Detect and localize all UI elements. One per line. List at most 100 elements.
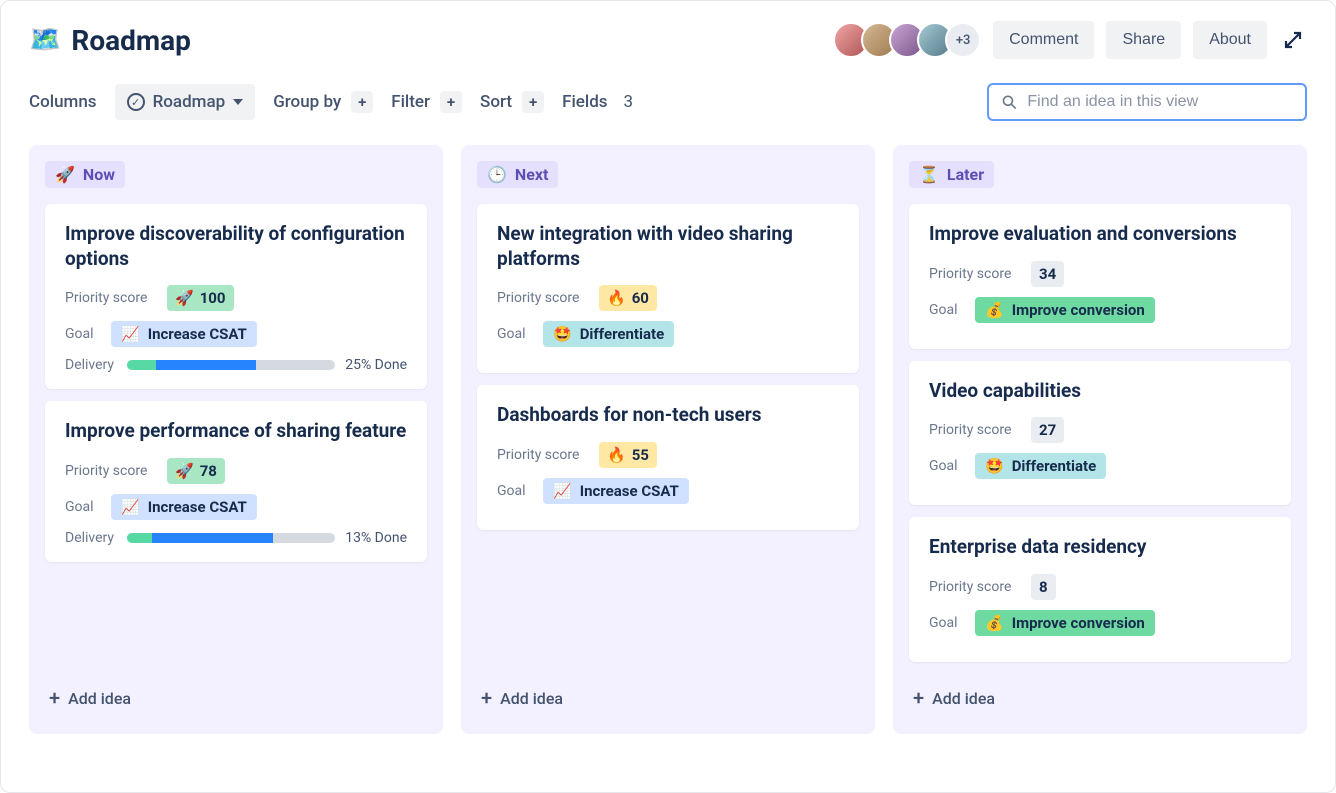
goal-emoji-icon: 💰: [985, 614, 1004, 632]
goal-emoji-icon: 📈: [553, 482, 572, 500]
add-idea-button[interactable]: + Add idea: [45, 678, 427, 718]
fields-count: 3: [618, 90, 640, 114]
goal-text: Improve conversion: [1012, 301, 1145, 319]
sort-control[interactable]: Sort +: [480, 91, 544, 113]
filter-control[interactable]: Filter +: [391, 91, 462, 113]
goal-text: Increase CSAT: [148, 498, 247, 516]
card-title: Improve performance of sharing feature: [65, 419, 407, 444]
comment-button[interactable]: Comment: [993, 21, 1094, 59]
card-title: Video capabilities: [929, 379, 1271, 404]
column-emoji-icon: 🚀: [55, 165, 75, 184]
search-icon: [1001, 93, 1017, 111]
goal-row: Goal💰Improve conversion: [929, 610, 1271, 636]
expand-button[interactable]: [1279, 26, 1307, 54]
board-column: ⏳Later Improve evaluation and conversions…: [893, 145, 1307, 734]
column-name: Later: [947, 165, 984, 184]
search-input[interactable]: [1027, 93, 1293, 111]
card-title: Improve discoverability of configuration…: [65, 222, 407, 271]
card-title: Dashboards for non-tech users: [497, 403, 839, 428]
priority-row: Priority score34: [929, 261, 1271, 287]
priority-value: 34: [1039, 265, 1056, 283]
priority-badge: 8: [1031, 574, 1056, 600]
goal-tag: 💰 Improve conversion: [975, 297, 1155, 323]
goal-text: Differentiate: [1012, 457, 1097, 475]
goal-label: Goal: [497, 483, 531, 499]
priority-label: Priority score: [497, 447, 587, 463]
add-idea-button[interactable]: +Add idea: [909, 678, 1291, 718]
add-idea-label: Add idea: [500, 689, 563, 708]
priority-emoji-icon: 🚀: [175, 462, 194, 480]
delivery-row: Delivery 13% Done: [65, 530, 407, 546]
presence-avatars[interactable]: +3: [833, 22, 981, 58]
add-idea-label: Add idea: [68, 689, 131, 708]
priority-row: Priority score🔥55: [497, 442, 839, 468]
priority-value: 60: [632, 289, 649, 307]
plus-icon: +: [351, 91, 373, 113]
goal-text: Differentiate: [580, 325, 665, 343]
idea-card[interactable]: Improve discoverability of configuration…: [45, 204, 427, 389]
board-column: 🚀Now Improve discoverability of configura…: [29, 145, 443, 734]
groupby-label: Group by: [273, 92, 341, 112]
plus-icon: +: [440, 91, 462, 113]
goal-text: Increase CSAT: [580, 482, 679, 500]
idea-card[interactable]: Enterprise data residency Priority score 8…: [909, 517, 1291, 662]
priority-value: 8: [1039, 578, 1048, 596]
goal-emoji-icon: 📈: [121, 498, 140, 516]
delivery-done-text: 13% Done: [345, 530, 407, 546]
goal-emoji-icon: 💰: [985, 301, 1004, 319]
header-actions: +3 Comment Share About: [833, 21, 1307, 59]
priority-label: Priority score: [929, 579, 1019, 595]
search-box[interactable]: [987, 83, 1307, 121]
idea-card[interactable]: New integration with video sharing platf…: [477, 204, 859, 373]
add-idea-button[interactable]: +Add idea: [477, 678, 859, 718]
avatar-overflow[interactable]: +3: [945, 22, 981, 58]
plus-icon: +: [913, 686, 924, 710]
goal-tag: 📈Increase CSAT: [111, 321, 257, 347]
sort-label: Sort: [480, 92, 512, 112]
priority-row: Priority score 🚀 78: [65, 458, 407, 484]
column-emoji-icon: 🕒: [487, 165, 507, 184]
priority-value: 78: [200, 462, 217, 480]
priority-value: 55: [632, 446, 649, 464]
card-title: Enterprise data residency: [929, 535, 1271, 560]
priority-badge: 🚀 78: [167, 458, 225, 484]
goal-label: Goal: [929, 302, 963, 318]
goal-tag: 🤩 Differentiate: [975, 453, 1106, 479]
goal-row: Goal 🤩 Differentiate: [497, 321, 839, 347]
goal-tag: 💰Improve conversion: [975, 610, 1155, 636]
priority-value: 27: [1039, 421, 1056, 439]
goal-tag: 🤩 Differentiate: [543, 321, 674, 347]
priority-label: Priority score: [65, 463, 155, 479]
priority-badge: 27: [1031, 417, 1064, 443]
goal-row: Goal 💰 Improve conversion: [929, 297, 1271, 323]
columns-selector[interactable]: ✓ Roadmap: [115, 84, 256, 120]
cards-list: Improve evaluation and conversionsPriori…: [909, 204, 1291, 662]
board: 🚀Now Improve discoverability of configura…: [29, 145, 1307, 734]
idea-card[interactable]: Dashboards for non-tech users Priority sc…: [477, 385, 859, 530]
goal-label: Goal: [497, 326, 531, 342]
idea-card[interactable]: Video capabilitiesPriority score27Goal🤩D…: [909, 361, 1291, 506]
fields-control[interactable]: Fields 3: [562, 90, 639, 114]
goal-emoji-icon: 📈: [121, 325, 140, 343]
goal-label: Goal: [929, 458, 963, 474]
goal-tag: 📈 Increase CSAT: [543, 478, 689, 504]
share-button[interactable]: Share: [1106, 21, 1181, 59]
goal-row: Goal📈Increase CSAT: [65, 321, 407, 347]
about-button[interactable]: About: [1193, 21, 1267, 59]
plus-icon: +: [49, 686, 60, 710]
goal-emoji-icon: 🤩: [553, 325, 572, 343]
columns-label: Columns: [29, 92, 97, 112]
column-header[interactable]: ⏳Later: [909, 161, 994, 188]
idea-card[interactable]: Improve performance of sharing feature Pr…: [45, 401, 427, 562]
goal-emoji-icon: 🤩: [985, 457, 1004, 475]
expand-icon: [1283, 30, 1303, 50]
priority-row: Priority score🔥60: [497, 285, 839, 311]
column-header[interactable]: 🕒Next: [477, 161, 558, 188]
column-header[interactable]: 🚀Now: [45, 161, 125, 188]
priority-badge: 34: [1031, 261, 1064, 287]
page-title: Roadmap: [71, 24, 190, 57]
idea-card[interactable]: Improve evaluation and conversionsPriori…: [909, 204, 1291, 349]
groupby-control[interactable]: Group by +: [273, 91, 373, 113]
delivery-label: Delivery: [65, 530, 117, 546]
delivery-progress: [127, 360, 335, 370]
